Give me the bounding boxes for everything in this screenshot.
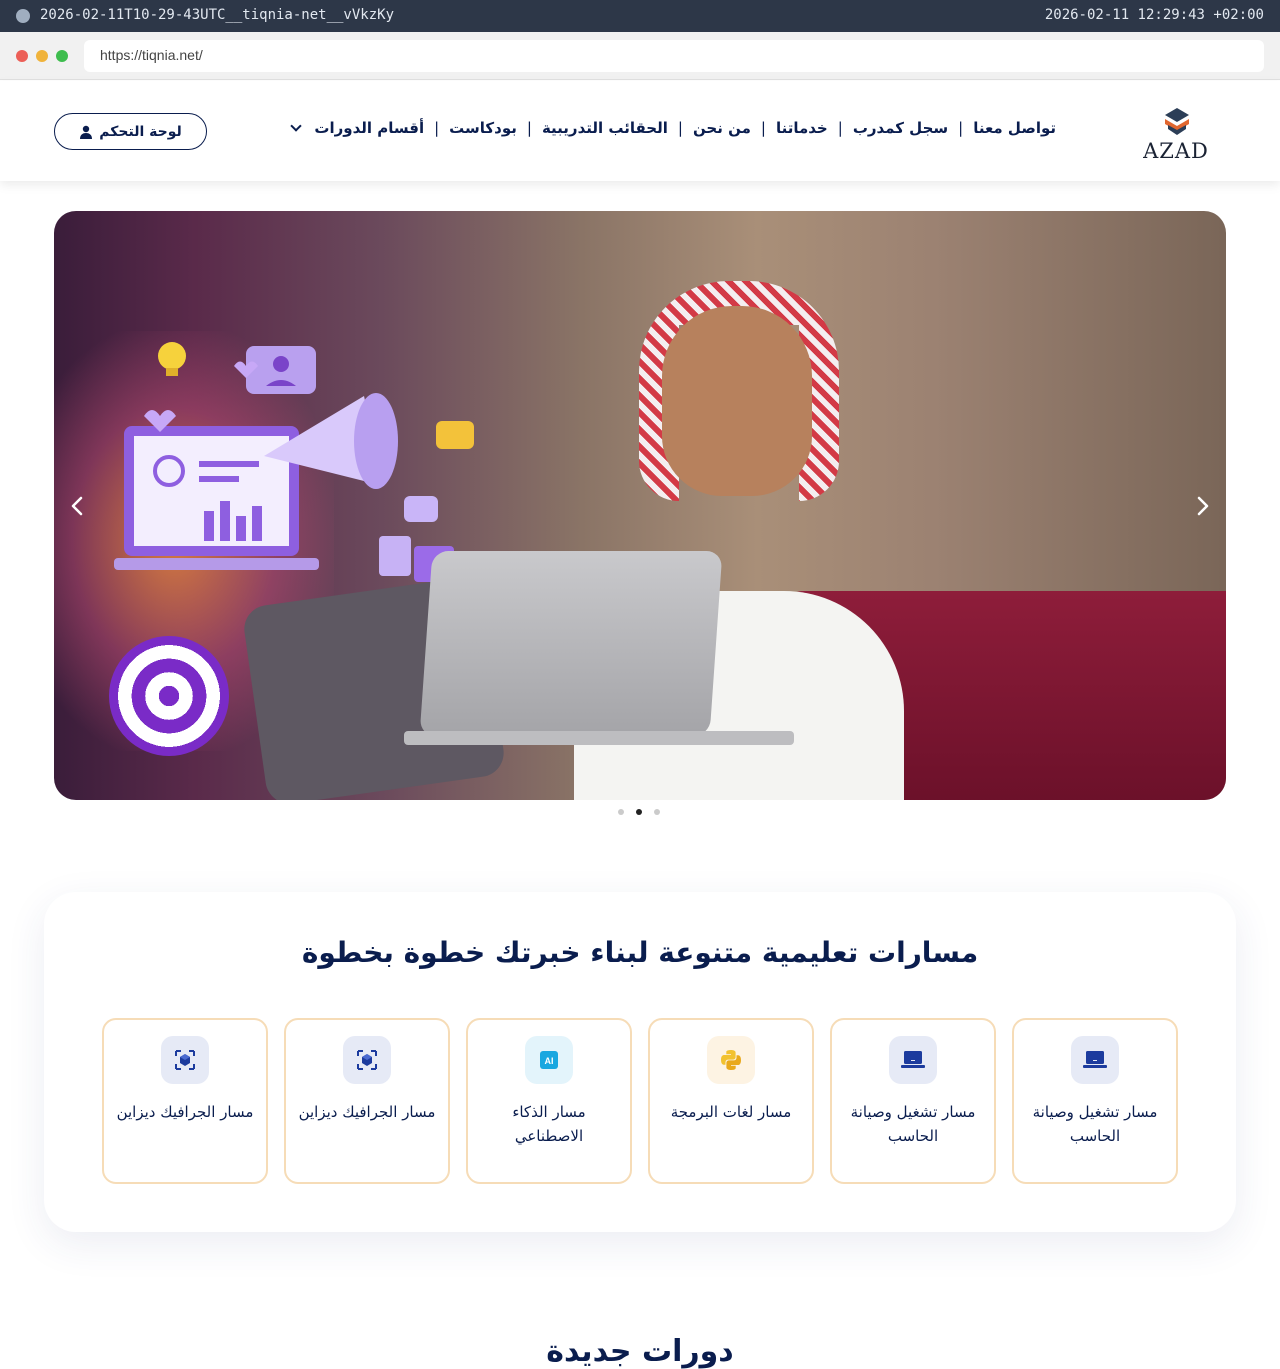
site-header: AZAD أقسام الدورات | بودكاست | الحقائب ا…	[0, 81, 1280, 181]
svg-text:AI: AI	[545, 1056, 554, 1066]
logo-mark-icon	[1165, 108, 1189, 135]
hero-laptop-base	[404, 731, 794, 745]
dashboard-label: لوحة التحكم	[99, 123, 182, 140]
chevron-left-icon[interactable]	[66, 494, 90, 518]
path-card[interactable]: مسار تشغيل وصيانة الحاسب	[1012, 1018, 1178, 1184]
laptop-icon	[1083, 1051, 1107, 1068]
path-card[interactable]: مسار الجرافيك ديزاين	[102, 1018, 268, 1184]
ai-icon: AI	[540, 1051, 558, 1069]
capture-timestamp: 2026-02-11 12:29:43 +02:00	[1044, 7, 1264, 23]
main-nav: أقسام الدورات | بودكاست | الحقائب التدري…	[286, 119, 1056, 137]
path-name: مسار الجرافيك ديزاين	[298, 1103, 436, 1121]
nav-separator: |	[837, 119, 843, 137]
capture-bar: 2026-02-11T10-29-43UTC__tiqnia-net__vVkz…	[0, 0, 1280, 32]
path-list: مسار تشغيل وصيانة الحاسب مسار تشغيل وصيا…	[102, 1018, 1178, 1184]
hero-slider	[54, 211, 1226, 800]
hero-laptop	[419, 551, 723, 736]
nav-separator: |	[958, 119, 964, 137]
user-icon	[80, 125, 93, 139]
nav-separator: |	[526, 119, 532, 137]
cube-icon	[175, 1050, 195, 1070]
python-icon	[721, 1050, 741, 1070]
hero-person-face	[662, 306, 812, 496]
path-icon-box: AI	[525, 1036, 573, 1084]
close-window-button[interactable]	[16, 50, 28, 62]
path-icon-box	[161, 1036, 209, 1084]
marketing-illustration	[114, 342, 474, 582]
slider-dot[interactable]	[618, 809, 624, 815]
path-icon-box	[889, 1036, 937, 1084]
address-bar[interactable]: https://tiqnia.net/	[84, 40, 1264, 72]
logo-text: AZAD	[1143, 139, 1209, 163]
new-courses-heading: دورات جديدة	[546, 1334, 734, 1369]
dashboard-button[interactable]: لوحة التحكم	[54, 113, 207, 150]
browser-chrome: https://tiqnia.net/	[0, 32, 1280, 80]
path-name: مسار تشغيل وصيانة الحاسب	[1032, 1103, 1158, 1145]
nav-about[interactable]: من نحن	[693, 119, 751, 137]
path-card[interactable]: مسار لغات البرمجة	[648, 1018, 814, 1184]
target-illustration	[109, 636, 229, 756]
path-icon-box	[343, 1036, 391, 1084]
learning-paths-section: مسارات تعليمية متنوعة لبناء خبرتك خطوة ب…	[44, 892, 1236, 1232]
path-icon-box	[707, 1036, 755, 1084]
site-logo[interactable]: AZAD	[1140, 107, 1212, 163]
section-title: مسارات تعليمية متنوعة لبناء خبرتك خطوة ب…	[301, 936, 979, 969]
capture-icon	[16, 9, 30, 23]
path-card[interactable]: مسار تشغيل وصيانة الحاسب	[830, 1018, 996, 1184]
capture-title: 2026-02-11T10-29-43UTC__tiqnia-net__vVkz…	[40, 7, 395, 23]
path-card[interactable]: مسار الجرافيك ديزاين	[284, 1018, 450, 1184]
slider-pagination	[618, 809, 660, 815]
slider-dot-active[interactable]	[636, 809, 642, 815]
minimize-window-button[interactable]	[36, 50, 48, 62]
chevron-down-icon	[290, 120, 303, 132]
cube-icon	[357, 1050, 377, 1070]
path-name: مسار تشغيل وصيانة الحاسب	[850, 1103, 976, 1145]
nav-course-categories[interactable]: أقسام الدورات	[286, 119, 424, 137]
nav-label: أقسام الدورات	[314, 119, 425, 137]
nav-register-trainer[interactable]: سجل كمدرب	[853, 119, 948, 137]
nav-contact[interactable]: تواصل معنا	[973, 119, 1056, 137]
nav-separator: |	[760, 119, 766, 137]
nav-separator: |	[677, 119, 683, 137]
chevron-right-icon[interactable]	[1190, 494, 1214, 518]
path-name: مسار الجرافيك ديزاين	[116, 1103, 254, 1121]
path-name: مسار الذكاء الاصطناعي	[512, 1103, 586, 1145]
laptop-icon	[901, 1051, 925, 1068]
nav-services[interactable]: خدماتنا	[776, 119, 828, 137]
nav-training-kits[interactable]: الحقائب التدريبية	[542, 119, 668, 137]
path-name: مسار لغات البرمجة	[670, 1103, 792, 1121]
path-icon-box	[1071, 1036, 1119, 1084]
maximize-window-button[interactable]	[56, 50, 68, 62]
slider-dot[interactable]	[654, 809, 660, 815]
nav-separator: |	[434, 119, 440, 137]
path-card[interactable]: AI مسار الذكاء الاصطناعي	[466, 1018, 632, 1184]
nav-podcast[interactable]: بودكاست	[449, 119, 517, 137]
